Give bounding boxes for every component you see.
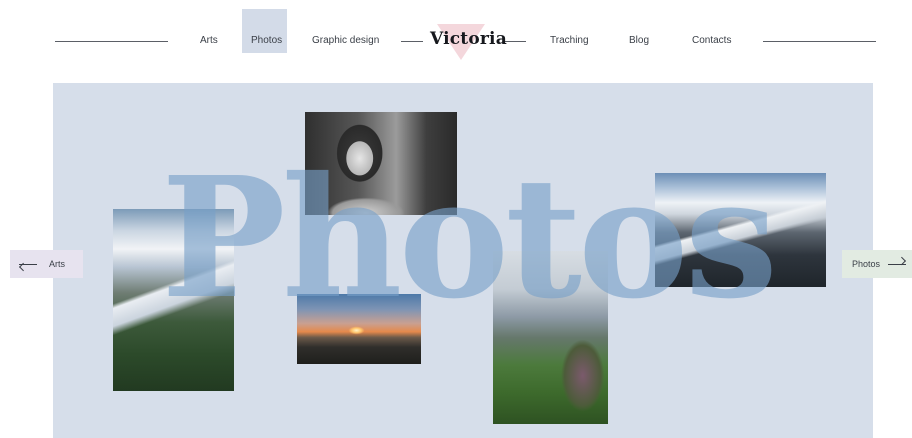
brand-logo[interactable]: Victoria bbox=[430, 29, 507, 49]
top-navigation: Arts Photos Graphic design Victoria Trac… bbox=[0, 0, 912, 80]
prev-section-button[interactable]: Arts bbox=[10, 250, 83, 278]
photo-gallery-stage: Photos bbox=[53, 83, 873, 438]
arrow-left-icon bbox=[19, 263, 37, 265]
photo-mountain-flowers[interactable] bbox=[493, 251, 608, 424]
prev-section-label: Arts bbox=[49, 259, 66, 269]
photo-girl-portrait[interactable] bbox=[305, 112, 457, 215]
nav-item-arts[interactable]: Arts bbox=[200, 35, 218, 46]
nav-item-photos[interactable]: Photos bbox=[251, 35, 282, 46]
nav-item-contacts[interactable]: Contacts bbox=[692, 35, 731, 46]
photo-sunset[interactable] bbox=[297, 294, 421, 364]
nav-item-graphic-design[interactable]: Graphic design bbox=[312, 35, 379, 46]
nav-divider-line bbox=[55, 41, 168, 42]
arrow-right-icon bbox=[888, 263, 907, 265]
next-section-button[interactable]: Photos bbox=[842, 250, 912, 278]
next-section-label: Photos bbox=[852, 259, 881, 269]
nav-active-highlight bbox=[242, 9, 287, 53]
nav-divider-line bbox=[401, 41, 423, 42]
photo-snowy-mountains[interactable] bbox=[655, 173, 826, 287]
nav-divider-line bbox=[763, 41, 876, 42]
nav-item-teaching[interactable]: Traching bbox=[550, 35, 589, 46]
photo-glacier[interactable] bbox=[113, 209, 234, 391]
nav-item-blog[interactable]: Blog bbox=[629, 35, 649, 46]
